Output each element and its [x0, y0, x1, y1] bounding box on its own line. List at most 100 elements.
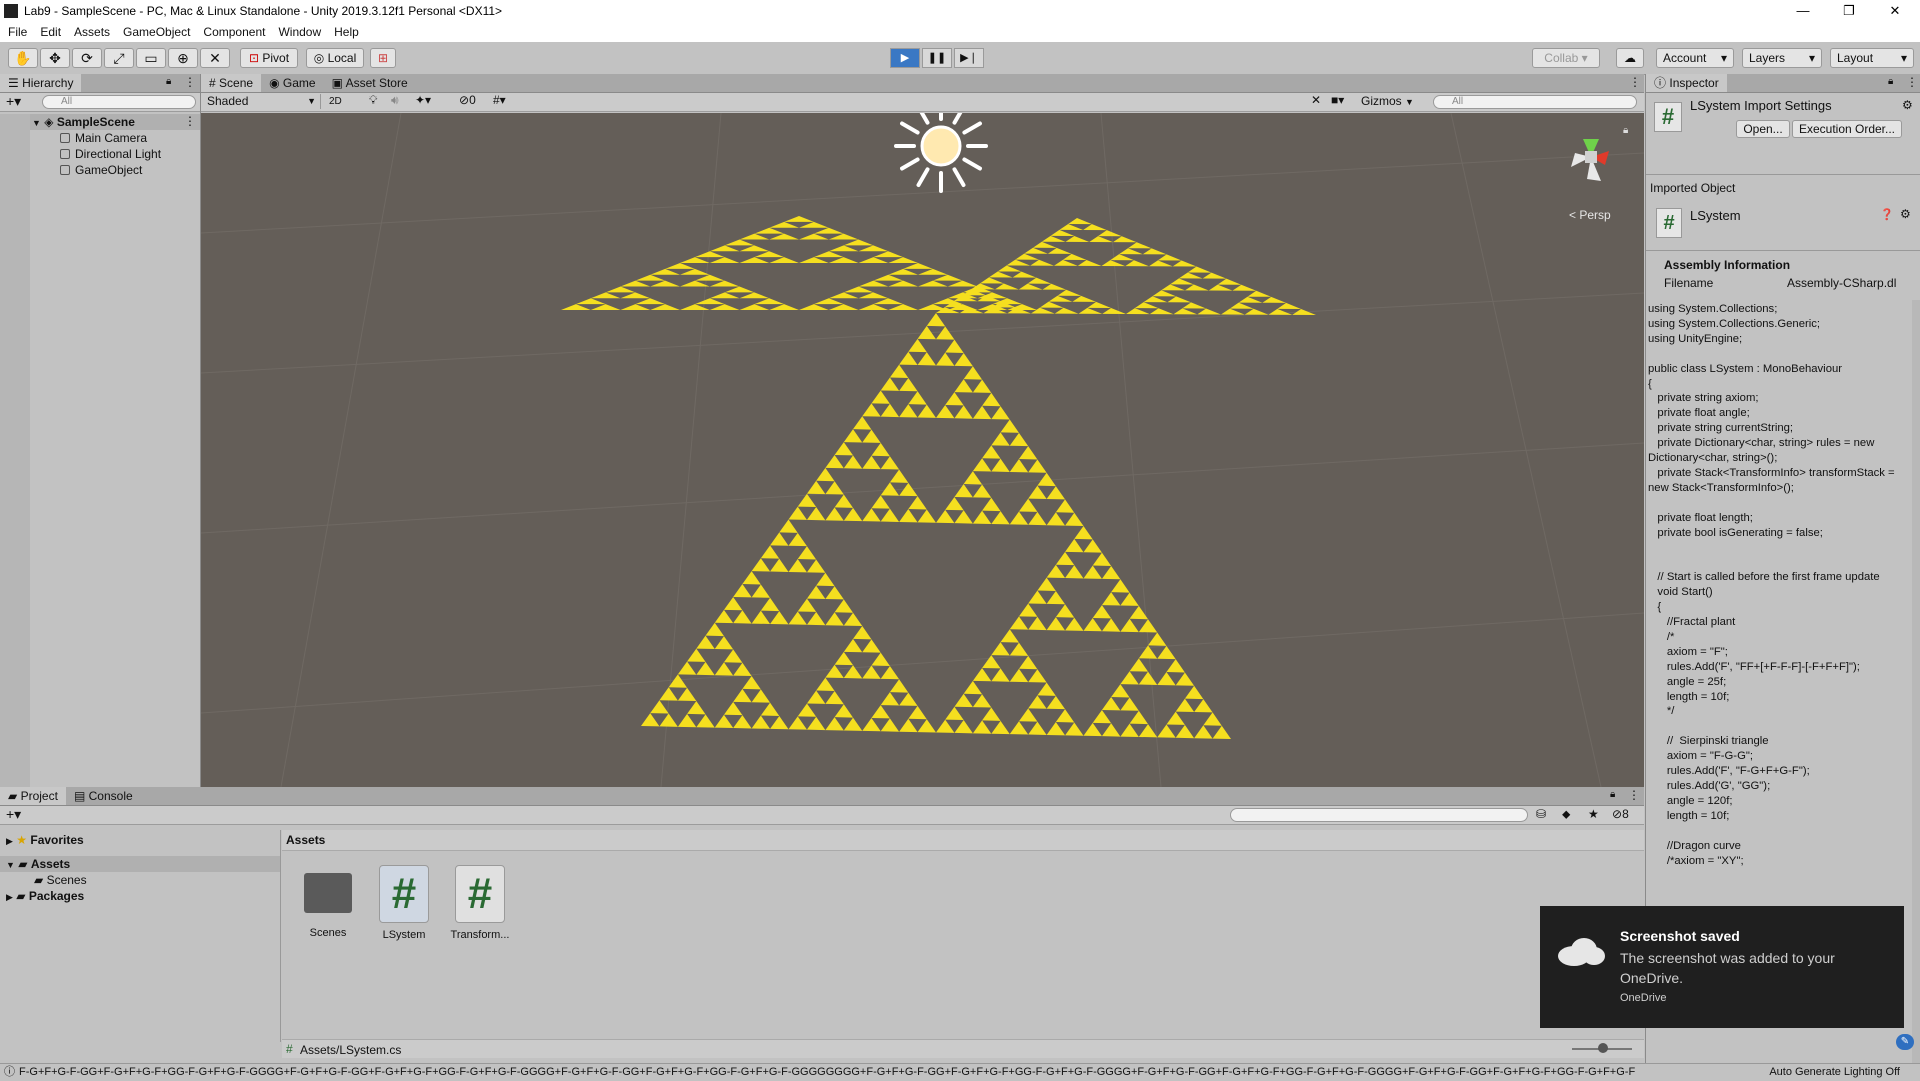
hierarchy-search-input[interactable]: All — [42, 95, 196, 109]
camera-icon[interactable]: ■▾ — [1331, 93, 1344, 107]
hierarchy-item-main-camera[interactable]: Main Camera — [60, 130, 147, 146]
asset-scenes-folder[interactable]: Scenes — [296, 865, 360, 939]
lock-icon[interactable]: 🔒︎ — [166, 76, 171, 87]
collab-dropdown[interactable]: Collab ▾ — [1532, 48, 1600, 68]
snap-icon[interactable]: ⊞ — [370, 48, 396, 68]
object-settings-icon[interactable]: ⚙ — [1900, 207, 1911, 221]
search-by-label-icon[interactable]: ⬥ — [1562, 807, 1570, 822]
inspector-settings-icon[interactable]: ⚙ — [1902, 98, 1913, 112]
menu-help[interactable]: Help — [326, 22, 364, 39]
scene-item[interactable]: ▼ ◈ SampleScene — [32, 114, 135, 130]
inspector-scrollbar[interactable] — [1912, 300, 1920, 1070]
expand-arrow-icon[interactable]: ▼ — [6, 860, 15, 870]
hierarchy-item-gameobject[interactable]: GameObject — [60, 162, 142, 178]
cloud-icon[interactable]: ☁ — [1616, 48, 1644, 68]
menu-assets[interactable]: Assets — [66, 22, 115, 39]
project-lock-icon[interactable]: 🔒︎ — [1610, 789, 1615, 800]
tab-project[interactable]: ▰ Project — [0, 787, 66, 805]
scene-lock-icon[interactable]: 🔒︎ — [1623, 125, 1628, 136]
account-dropdown[interactable]: Account ▾ — [1656, 48, 1734, 68]
rotate-tool-icon[interactable]: ⟳ — [72, 48, 102, 68]
move-tool-icon[interactable]: ✥ — [40, 48, 70, 68]
orientation-gizmo[interactable] — [1571, 139, 1609, 181]
project-menu-icon[interactable]: ⋮ — [1628, 788, 1640, 802]
tab-inspector[interactable]: ⓘ Inspector — [1646, 74, 1727, 92]
execution-order-button[interactable]: Execution Order... — [1792, 120, 1902, 138]
status-message[interactable]: F-G+F+G-F-GG+F-G+F+G-F+GG-F-G+F+G-F-GGGG… — [19, 1066, 1635, 1078]
transform-tool-icon[interactable]: ⊕ — [168, 48, 198, 68]
fractal-triangle — [1065, 722, 1084, 736]
tree-assets[interactable]: ▼ ▰ Assets — [6, 856, 70, 872]
auto-lighting-status[interactable]: Auto Generate Lighting Off — [1765, 1064, 1900, 1081]
open-button[interactable]: Open... — [1736, 120, 1790, 138]
expand-arrow-icon[interactable]: ▼ — [32, 118, 41, 128]
notification-icon[interactable]: ✎ — [1896, 1034, 1914, 1050]
custom-tool-icon[interactable]: ✕ — [200, 48, 230, 68]
expand-arrow-icon[interactable]: ▶ — [6, 836, 13, 846]
scene-canvas[interactable] — [201, 113, 1644, 787]
menu-file[interactable]: File — [0, 22, 32, 39]
menu-component[interactable]: Component — [195, 22, 270, 39]
breadcrumb-assets[interactable]: Assets — [286, 833, 325, 847]
hierarchy-item-directional-light[interactable]: Directional Light — [60, 146, 161, 162]
close-button[interactable]: ✕ — [1872, 0, 1918, 22]
fractal-triangle — [828, 257, 859, 263]
tree-favorites[interactable]: ▶ ★ Favorites — [6, 832, 84, 848]
step-button[interactable]: ▶❘ — [954, 48, 984, 68]
gizmo-center[interactable] — [1585, 151, 1597, 163]
tools-icon[interactable]: ✕ — [1311, 93, 1321, 107]
tab-scene[interactable]: # Scene — [201, 74, 262, 92]
tab-asset-store[interactable]: ▣ Asset Store — [324, 74, 416, 92]
scene-options-icon[interactable]: ⋮ — [184, 114, 196, 128]
fractal-triangle — [1143, 296, 1168, 303]
pause-button[interactable]: ❚❚ — [922, 48, 952, 68]
gizmos-dropdown[interactable]: Gizmos ▼ — [1361, 94, 1414, 110]
search-by-type-icon[interactable]: ⛁ — [1536, 807, 1546, 821]
rect-tool-icon[interactable]: ▭ — [136, 48, 166, 68]
menu-gameobject[interactable]: GameObject — [115, 22, 195, 39]
lighting-icon[interactable]: 💡︎ — [369, 93, 377, 108]
favorite-star-icon[interactable]: ★ — [1588, 807, 1599, 821]
sun-icon[interactable] — [894, 113, 988, 193]
add-icon[interactable]: +▾ — [6, 93, 21, 110]
scene-viewport[interactable]: < Persp 🔒︎ — [201, 113, 1644, 787]
grid-icon[interactable]: #▾ — [493, 93, 506, 107]
pivot-toggle[interactable]: ⊡ Pivot — [240, 48, 298, 68]
toggle-2d-button[interactable]: 2D — [329, 94, 351, 109]
layout-dropdown[interactable]: Layout ▾ — [1830, 48, 1914, 68]
scene-menu-icon[interactable]: ⋮ — [1629, 75, 1641, 89]
project-add-icon[interactable]: +▾ — [6, 806, 21, 823]
inspector-lock-icon[interactable]: 🔒︎ — [1888, 76, 1893, 87]
help-icon[interactable]: ❓ — [1880, 208, 1894, 221]
layers-dropdown[interactable]: Layers ▾ — [1742, 48, 1822, 68]
expand-arrow-icon[interactable]: ▶ — [6, 892, 13, 902]
tab-console[interactable]: ▤ Console — [66, 787, 141, 805]
hidden-packages-toggle[interactable]: ⊘8 — [1612, 807, 1629, 821]
persp-label[interactable]: < Persp — [1569, 208, 1611, 222]
local-toggle[interactable]: ◎ Local — [306, 48, 364, 68]
asset-lsystem-script[interactable]: # LSystem — [372, 865, 436, 941]
tree-packages[interactable]: ▶ ▰ Packages — [6, 888, 84, 904]
effects-icon[interactable]: ✦▾ — [415, 93, 431, 107]
scene-search-input[interactable]: All — [1433, 95, 1637, 109]
onedrive-toast[interactable]: Screenshot saved The screenshot was adde… — [1540, 906, 1904, 1028]
kebab-menu-icon[interactable]: ⋮ — [184, 75, 196, 89]
tab-hierarchy[interactable]: ☰ Hierarchy — [0, 74, 82, 92]
menu-edit[interactable]: Edit — [32, 22, 66, 39]
tab-game[interactable]: ◉ Game — [261, 74, 324, 92]
icon-size-slider-thumb[interactable] — [1598, 1043, 1608, 1053]
scale-tool-icon[interactable]: ⤢ — [104, 48, 134, 68]
asset-transform-script[interactable]: # Transform... — [448, 865, 512, 941]
hand-tool-icon[interactable]: ✋ — [8, 48, 38, 68]
maximize-button[interactable]: ❐ — [1826, 0, 1872, 22]
shading-dropdown[interactable]: Shaded ▼ — [203, 94, 321, 109]
inspector-menu-icon[interactable]: ⋮ — [1906, 75, 1918, 89]
audio-icon[interactable]: 🔊︎ — [391, 93, 399, 108]
menu-window[interactable]: Window — [270, 22, 326, 39]
tree-scenes[interactable]: ▰ Scenes — [34, 872, 87, 888]
fractal-triangle — [1065, 538, 1084, 553]
hidden-objects-toggle[interactable]: ⊘0 — [459, 93, 476, 107]
minimize-button[interactable]: — — [1780, 0, 1826, 22]
project-search-input[interactable] — [1230, 808, 1528, 822]
play-button[interactable]: ▶ — [890, 48, 920, 68]
